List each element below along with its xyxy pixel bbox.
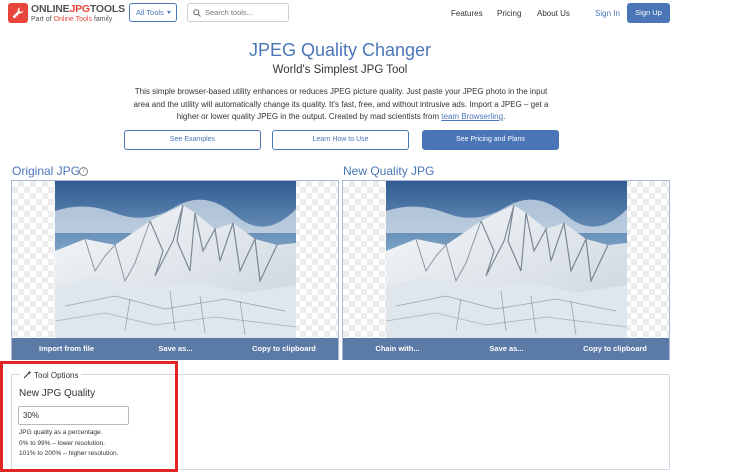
input-copy-to-clipboard-button[interactable]: Copy to clipboard	[230, 338, 338, 360]
nav-pricing[interactable]: Pricing	[497, 9, 521, 18]
nav-features[interactable]: Features	[451, 9, 483, 18]
sign-up-button[interactable]: Sign Up	[627, 3, 670, 23]
page-subtitle: World's Simplest JPG Tool	[272, 64, 408, 76]
input-image-panel[interactable]: Import from file Save as... Copy to clip…	[11, 180, 339, 360]
nav-about-us[interactable]: About Us	[537, 9, 570, 18]
output-mountain-photo	[386, 181, 627, 338]
import-from-file-button[interactable]: Import from file	[12, 338, 121, 360]
sign-in-link[interactable]: Sign In	[595, 9, 620, 18]
logo-title[interactable]: ONLINEJPGTOOLS	[31, 3, 125, 15]
team-browserling-link[interactable]: team Browserling	[441, 112, 503, 121]
chain-with-button[interactable]: Chain with...	[343, 338, 452, 360]
output-save-as-button[interactable]: Save as...	[452, 338, 561, 360]
learn-how-to-use-button[interactable]: Learn How to Use	[272, 130, 409, 150]
see-pricing-button[interactable]: See Pricing and Plans	[422, 130, 559, 150]
output-action-bar: Chain with... Save as... Copy to clipboa…	[343, 338, 669, 360]
logo[interactable]	[8, 3, 28, 23]
input-action-bar: Import from file Save as... Copy to clip…	[12, 338, 338, 360]
site-header: ONLINEJPGTOOLS Part of Online Tools fami…	[0, 0, 750, 28]
see-examples-button[interactable]: See Examples	[124, 130, 261, 150]
input-save-as-button[interactable]: Save as...	[121, 338, 230, 360]
search-icon	[193, 9, 201, 17]
search-box[interactable]	[187, 3, 289, 22]
input-panel-title: Original JPG	[12, 164, 81, 178]
tool-description: This simple browser-based utility enhanc…	[133, 87, 549, 121]
all-tools-dropdown[interactable]: All Tools	[129, 3, 177, 22]
logo-subtitle: Part of Online Tools family	[31, 16, 113, 23]
output-image-panel[interactable]: Chain with... Save as... Copy to clipboa…	[342, 180, 670, 360]
help-circle-icon[interactable]: ?	[79, 167, 88, 176]
online-tools-link[interactable]: Online Tools	[54, 16, 92, 23]
output-image-area[interactable]	[343, 181, 669, 338]
input-mountain-photo	[55, 181, 296, 338]
wrench-icon	[12, 7, 24, 19]
caret-down-icon	[167, 11, 171, 14]
output-copy-to-clipboard-button[interactable]: Copy to clipboard	[561, 338, 669, 360]
input-image-area[interactable]	[12, 181, 338, 338]
output-panel-title: New Quality JPG	[343, 164, 435, 178]
highlight-annotation-box	[0, 361, 178, 472]
page-title: JPEG Quality Changer	[248, 40, 432, 60]
search-input[interactable]	[205, 6, 285, 19]
